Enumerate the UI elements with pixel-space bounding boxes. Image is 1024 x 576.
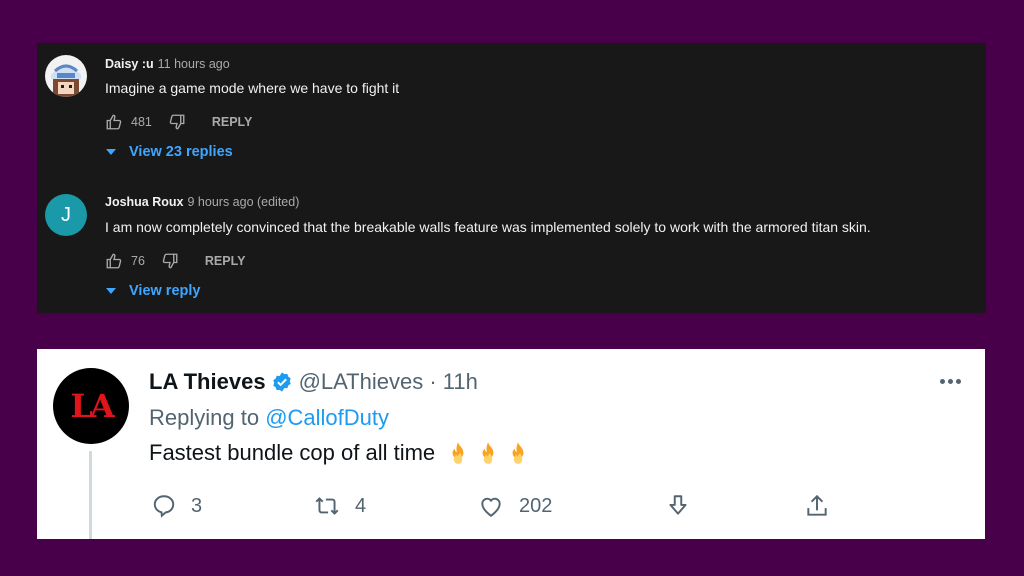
retweet-action[interactable]: 4 [313, 493, 366, 519]
heart-icon [481, 497, 501, 517]
author-name[interactable]: Joshua Roux [105, 195, 184, 209]
reply-button[interactable]: REPLY [205, 254, 246, 268]
more-options-button[interactable] [940, 379, 961, 384]
thumbs-up-icon[interactable] [105, 252, 123, 270]
share-icon [807, 494, 827, 516]
share-action[interactable] [804, 493, 830, 519]
view-replies-button[interactable]: View 23 replies [105, 144, 233, 160]
tweet-text: Fastest bundle cop of all time [149, 440, 531, 466]
dot-icon [940, 379, 945, 384]
author-name[interactable]: Daisy :u [105, 57, 154, 71]
avatar-logo: LA [70, 387, 114, 425]
thread-line [89, 451, 92, 539]
comment-author[interactable]: Joshua Roux 9 hours ago (edited) [105, 195, 299, 209]
arrow-down-icon [669, 495, 687, 515]
reply-count: 3 [191, 494, 203, 517]
view-replies-label: View 23 replies [129, 144, 233, 160]
thumbs-down-icon[interactable] [161, 252, 179, 270]
fire-icon [512, 442, 524, 464]
thumbs-down-icon[interactable] [168, 113, 186, 131]
youtube-comments-panel: Daisy :u 11 hours ago Imagine a game mode… [37, 43, 986, 313]
avatar[interactable]: J [45, 194, 87, 236]
comment-actions: 481 REPLY [105, 112, 252, 132]
comment-text: Imagine a game mode where we have to fig… [105, 80, 400, 96]
caret-down-icon [106, 288, 116, 294]
verified-badge-icon [272, 372, 291, 392]
comment-time[interactable]: 11 hours ago [158, 57, 230, 71]
replying-to-link[interactable]: @CallofDuty [265, 405, 389, 430]
like-count: 76 [131, 254, 145, 268]
retweet-count: 4 [355, 494, 367, 517]
display-name[interactable]: LA Thieves [149, 369, 266, 395]
bookmark-download-action[interactable] [665, 493, 691, 519]
comment-author[interactable]: Daisy :u 11 hours ago [105, 57, 230, 71]
view-replies-button[interactable]: View reply [105, 283, 200, 299]
retweet-icon [315, 497, 339, 515]
comment-actions: 76 REPLY [105, 251, 245, 271]
tweet-header: LA Thieves @LAThieves · 11h [149, 369, 478, 395]
reply-bubble-icon [153, 495, 175, 518]
reply-action[interactable]: 3 [151, 493, 202, 519]
comment-time[interactable]: 9 hours ago (edited) [188, 195, 300, 209]
reply-button[interactable]: REPLY [212, 115, 253, 129]
dot-icon [956, 379, 961, 384]
view-replies-label: View reply [129, 283, 201, 299]
like-action[interactable]: 202 [477, 493, 552, 519]
comment-text: I am now completely convinced that the b… [105, 219, 871, 235]
caret-down-icon [106, 149, 116, 155]
anime-avatar-icon [45, 55, 87, 97]
replying-prefix: Replying to [149, 405, 266, 430]
dot-icon [948, 379, 953, 384]
handle-and-time[interactable]: @LAThieves · 11h [299, 369, 478, 395]
replying-to: Replying to @CallofDuty [149, 405, 389, 431]
like-count: 202 [519, 494, 553, 517]
tweet-body: Fastest bundle cop of all time [149, 440, 436, 465]
like-count: 481 [131, 115, 152, 129]
fire-icon [482, 442, 494, 464]
avatar[interactable]: LA [53, 368, 129, 444]
avatar-letter: J [61, 203, 71, 226]
thumbs-up-icon[interactable] [105, 113, 123, 131]
fire-icon [452, 442, 464, 464]
avatar[interactable] [45, 55, 87, 97]
tweet-card: LA LA Thieves @LAThieves · 11h Replying … [37, 349, 985, 539]
